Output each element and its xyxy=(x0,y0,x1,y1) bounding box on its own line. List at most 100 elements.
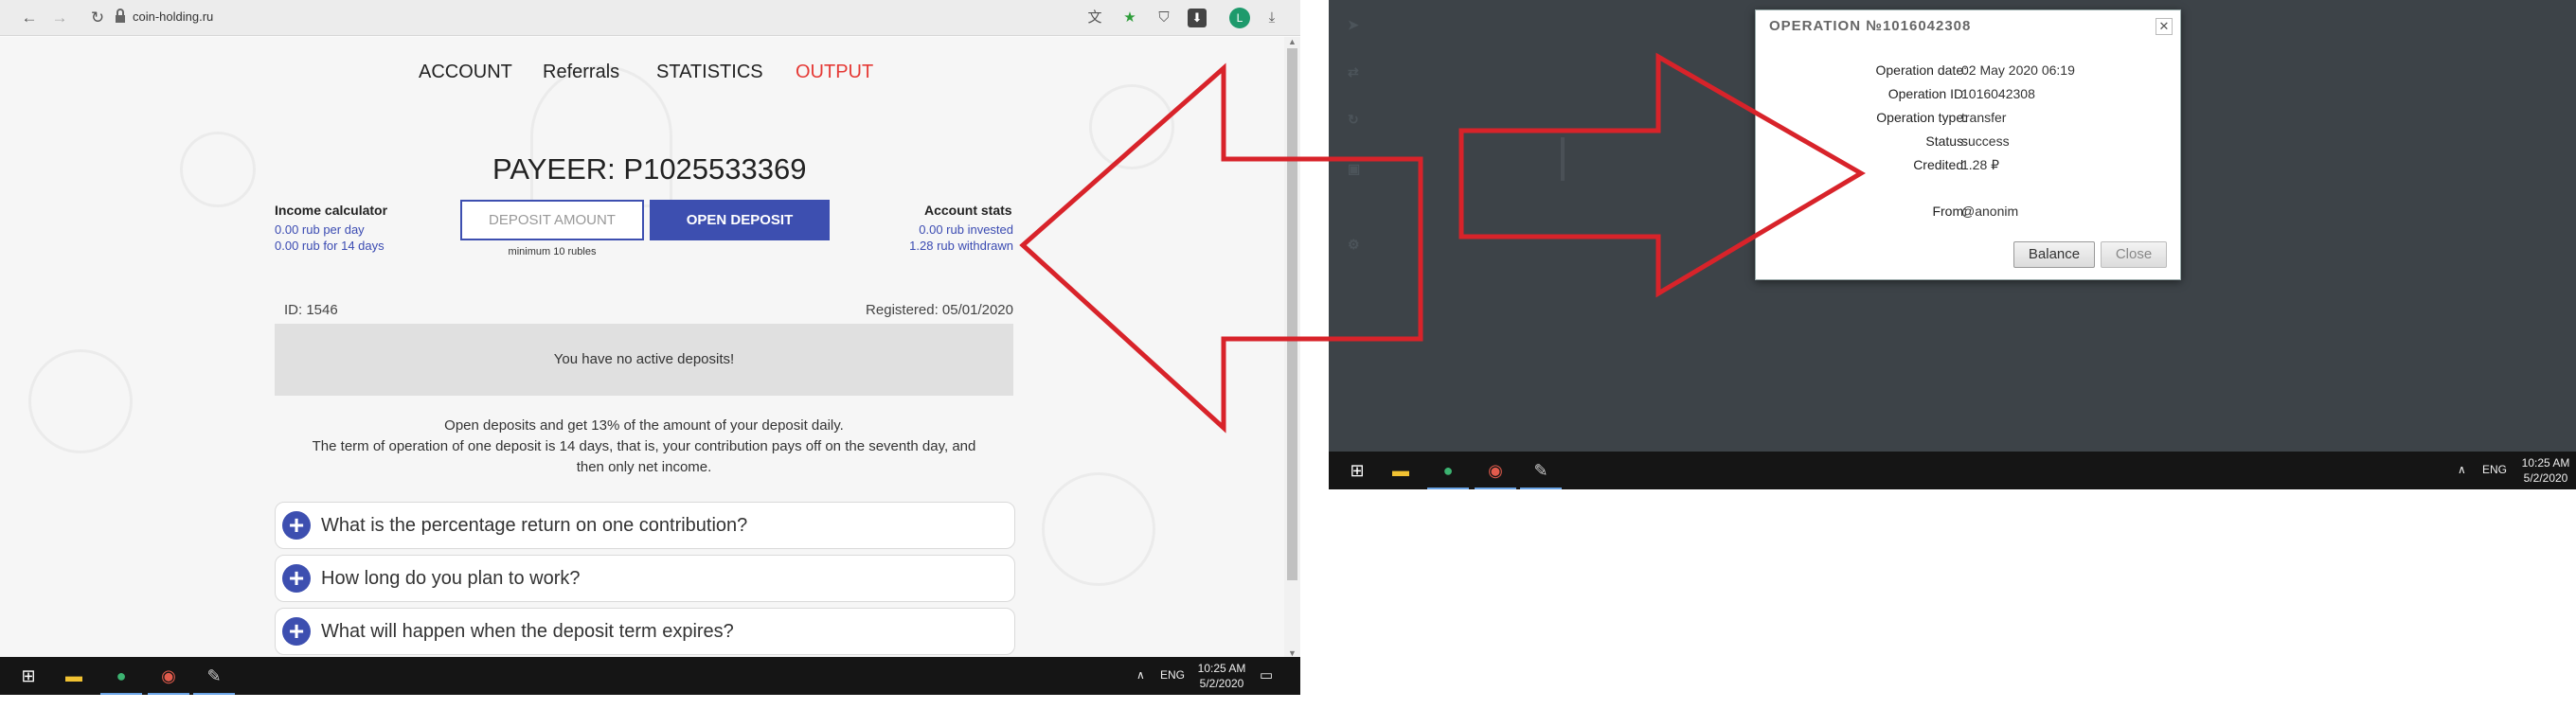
clock-date: 5/2/2020 xyxy=(1199,677,1244,690)
back-icon[interactable]: ← xyxy=(19,9,40,27)
nav-output[interactable]: OUTPUT xyxy=(796,62,873,83)
scroll-up-icon[interactable]: ▲ xyxy=(1287,37,1297,46)
info-line: The term of operation of one deposit is … xyxy=(312,438,976,454)
deposit-info: Open deposits and get 13% of the amount … xyxy=(275,416,1013,478)
menu-icon[interactable]: ⚙ xyxy=(1348,237,1361,253)
profile-avatar[interactable]: L xyxy=(1229,8,1250,28)
chevron-up-icon[interactable]: ∧ xyxy=(2458,463,2466,476)
background-doodle xyxy=(1042,472,1155,586)
active-indicator xyxy=(1475,488,1516,489)
user-id: ID: 1546 xyxy=(284,302,338,318)
from-value: @anonim xyxy=(1961,204,2019,219)
active-indicator xyxy=(1427,488,1469,489)
payeer-title: PAYEER: P1025533369 xyxy=(492,152,807,186)
lock-icon xyxy=(116,9,125,23)
menu-icon[interactable]: ▣ xyxy=(1348,161,1361,177)
operation-id-label: Operation ID: xyxy=(1887,86,1967,101)
active-indicator xyxy=(193,693,235,695)
chrome-icon[interactable]: ◉ xyxy=(1482,457,1509,484)
file-explorer-icon[interactable]: ▬ xyxy=(61,663,87,689)
translate-icon[interactable]: 文 xyxy=(1084,8,1105,28)
income-14-days: 0.00 rub for 14 days xyxy=(275,239,385,253)
file-explorer-icon[interactable]: ▬ xyxy=(1387,457,1414,484)
taskbar-clock[interactable]: 10:25 AM 5/2/2020 xyxy=(1189,661,1255,691)
open-deposit-button[interactable]: OPEN DEPOSIT xyxy=(650,200,830,240)
browser-green-icon[interactable]: ● xyxy=(1435,457,1461,484)
credited-label: Credited: xyxy=(1913,157,1967,172)
no-deposits-panel: You have no active deposits! xyxy=(275,324,1013,396)
close-icon[interactable]: ✕ xyxy=(2156,18,2173,35)
language-indicator[interactable]: ENG xyxy=(1160,668,1185,682)
nav-statistics[interactable]: STATISTICS xyxy=(656,62,763,83)
page-scrollbar[interactable]: ▲ ▼ xyxy=(1284,37,1300,658)
close-button[interactable]: Close xyxy=(2101,241,2167,268)
site-page: ACCOUNT Referrals STATISTICS OUTPUT PAYE… xyxy=(0,37,1284,658)
download-extension-icon[interactable]: ⬇ xyxy=(1188,9,1207,27)
background-doodle xyxy=(1089,84,1174,169)
browser-window: ← → ↻ coin-holding.ru 文 ★ ⛉ ⬇ L ⤓ ACCOUN… xyxy=(0,0,1300,695)
active-indicator xyxy=(100,693,142,695)
scrollbar-thumb[interactable] xyxy=(1287,48,1297,580)
paint-icon[interactable]: ✎ xyxy=(201,663,227,689)
chrome-icon[interactable]: ◉ xyxy=(155,663,182,689)
dialog-title: OPERATION №1016042308 xyxy=(1769,18,1972,34)
reload-icon[interactable]: ↻ xyxy=(87,9,108,27)
operation-dialog: OPERATION №1016042308 ✕ Operation date: … xyxy=(1755,9,2181,280)
browser-green-icon[interactable]: ● xyxy=(108,663,134,689)
clock-time: 10:25 AM xyxy=(2521,456,2570,470)
browser-toolbar: ← → ↻ coin-holding.ru 文 ★ ⛉ ⬇ L ⤓ xyxy=(0,0,1300,36)
faq-question: How long do you plan to work? xyxy=(321,568,581,589)
deposit-amount-input[interactable]: DEPOSIT AMOUNT xyxy=(460,200,644,240)
windows-start-icon[interactable]: ⊞ xyxy=(1344,457,1370,484)
wallet-window: ➤ ⇄ ↻ ▣ ⚙ OPERATION №1016042308 ✕ Operat… xyxy=(1329,0,2576,489)
income-per-day: 0.00 rub per day xyxy=(275,222,365,237)
plus-icon: + xyxy=(282,564,311,593)
forward-icon[interactable]: → xyxy=(49,9,70,27)
account-stats-title: Account stats xyxy=(924,203,1012,218)
menu-icon[interactable]: ⇄ xyxy=(1348,64,1360,80)
balance-button[interactable]: Balance xyxy=(2013,241,2095,268)
credited-value: 1.28 ₽ xyxy=(1961,157,2000,172)
menu-icon[interactable]: ➤ xyxy=(1348,17,1360,33)
menu-divider xyxy=(1561,137,1565,181)
stats-invested: 0.00 rub invested xyxy=(919,222,1013,237)
notification-icon[interactable]: ▭ xyxy=(1260,666,1273,683)
shield-extension-icon[interactable]: ⛉ xyxy=(1154,8,1174,28)
faq-item[interactable]: + What will happen when the deposit term… xyxy=(275,608,1015,655)
clock-date: 5/2/2020 xyxy=(2523,471,2568,485)
minimum-note: minimum 10 rubles xyxy=(508,246,597,257)
address-bar[interactable]: coin-holding.ru xyxy=(133,9,213,24)
active-indicator xyxy=(1520,488,1562,489)
active-indicator xyxy=(148,693,189,695)
clock-time: 10:25 AM xyxy=(1197,662,1246,675)
language-indicator[interactable]: ENG xyxy=(2482,463,2507,476)
taskbar-right: ⊞ ▬ ● ◉ ✎ ∧ ENG 10:25 AM 5/2/2020 xyxy=(1329,452,2576,489)
taskbar-left: ⊞ ▬ ● ◉ ✎ ∧ ENG 10:25 AM 5/2/2020 ▭ xyxy=(0,657,1300,695)
taskbar-clock[interactable]: 10:25 AM 5/2/2020 xyxy=(2517,455,2574,486)
operation-id-value: 1016042308 xyxy=(1961,86,2035,101)
info-line: then only net income. xyxy=(576,459,712,475)
status-value: success xyxy=(1961,133,2010,149)
faq-item[interactable]: + What is the percentage return on one c… xyxy=(275,502,1015,549)
paint-icon[interactable]: ✎ xyxy=(1528,457,1554,484)
plus-icon: + xyxy=(282,617,311,646)
faq-question: What is the percentage return on one con… xyxy=(321,515,748,536)
nav-referrals[interactable]: Referrals xyxy=(543,62,619,83)
windows-start-icon[interactable]: ⊞ xyxy=(15,663,42,689)
menu-icon[interactable]: ↻ xyxy=(1348,112,1360,128)
screenshot-stage: ← → ↻ coin-holding.ru 文 ★ ⛉ ⬇ L ⤓ ACCOUN… xyxy=(0,0,2576,727)
download-icon[interactable]: ⤓ xyxy=(1261,8,1282,28)
background-doodle xyxy=(28,349,133,453)
bookmark-star-icon[interactable]: ★ xyxy=(1119,8,1140,28)
plus-icon: + xyxy=(282,511,311,540)
operation-type-value: transfer xyxy=(1961,110,2007,125)
operation-type-label: Operation type: xyxy=(1876,110,1967,125)
faq-item[interactable]: + How long do you plan to work? xyxy=(275,555,1015,602)
registered-date: Registered: 05/01/2020 xyxy=(866,302,1013,318)
chevron-up-icon[interactable]: ∧ xyxy=(1136,668,1145,682)
operation-date-label: Operation date: xyxy=(1875,62,1967,78)
info-line: Open deposits and get 13% of the amount … xyxy=(444,417,844,434)
stats-withdrawn: 1.28 rub withdrawn xyxy=(909,239,1013,253)
nav-account[interactable]: ACCOUNT xyxy=(419,62,512,83)
faq-question: What will happen when the deposit term e… xyxy=(321,621,734,642)
